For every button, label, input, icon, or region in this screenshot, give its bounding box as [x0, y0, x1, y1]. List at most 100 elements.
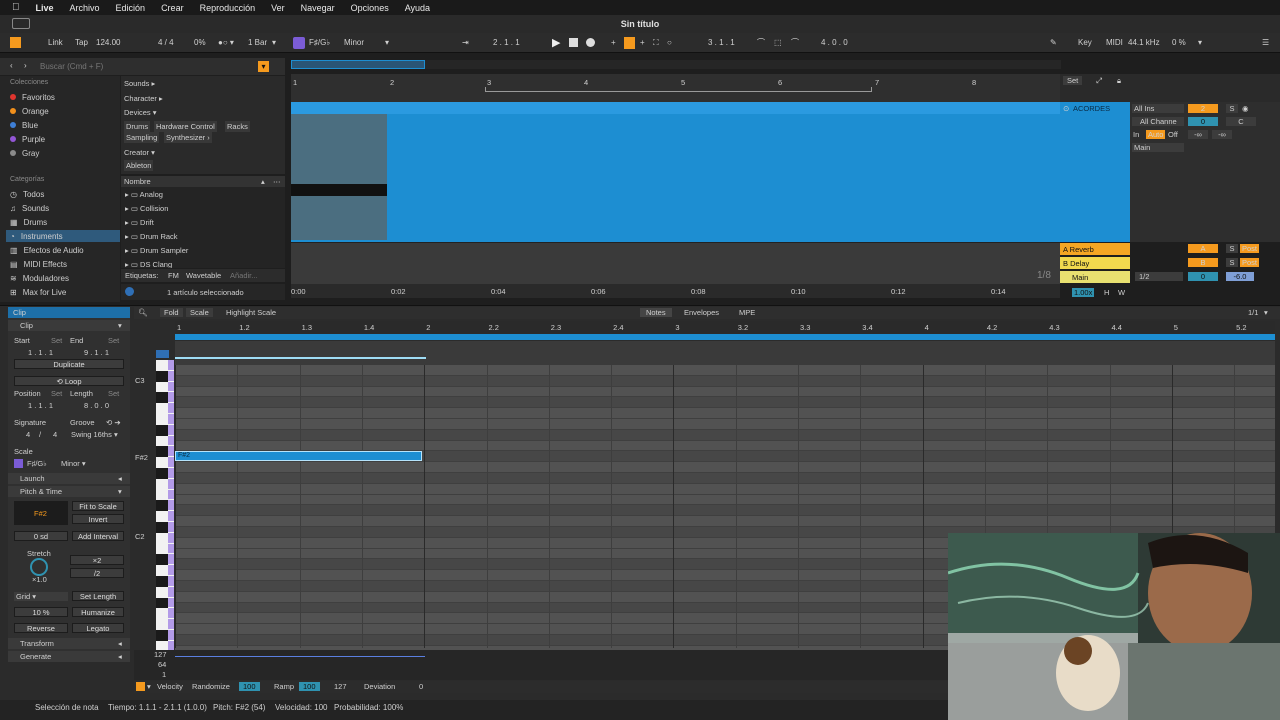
- output-select[interactable]: Main: [1132, 143, 1184, 152]
- solo-button[interactable]: S: [1226, 104, 1238, 113]
- menu-archivo[interactable]: Archivo: [70, 3, 100, 13]
- menu-navegar[interactable]: Navegar: [301, 3, 335, 13]
- category-max-for-live[interactable]: ⊞ Max for Live: [10, 286, 66, 298]
- menu-ver[interactable]: Ver: [271, 3, 285, 13]
- lock-icon[interactable]: 🔒︎: [1117, 76, 1121, 86]
- send-a-value[interactable]: -∞: [1188, 130, 1208, 139]
- start-set-button[interactable]: Set: [51, 336, 62, 345]
- return-b[interactable]: B Delay: [1060, 257, 1130, 269]
- menu-ayuda[interactable]: Ayuda: [405, 3, 430, 13]
- track-volume[interactable]: 0: [1188, 117, 1218, 126]
- tag-anadir[interactable]: Añadir...: [230, 271, 258, 280]
- category-efectos-audio[interactable]: ▥ Efectos de Audio: [10, 244, 84, 256]
- deviation-value[interactable]: 0: [419, 682, 423, 691]
- list-item[interactable]: ▸ ▭ Analog: [125, 190, 163, 199]
- fold-toggle-icon[interactable]: [156, 350, 169, 358]
- list-item[interactable]: ▸ ▭ Drift: [125, 218, 154, 227]
- clip-title-bar[interactable]: Clip ▾: [8, 320, 130, 331]
- page-indicator[interactable]: 1/1: [1248, 308, 1258, 317]
- category-todos[interactable]: ◷ Todos: [10, 188, 44, 200]
- loop-length-field[interactable]: 4 . 0 . 0: [821, 37, 848, 49]
- arm-icon[interactable]: ◉: [1242, 104, 1249, 113]
- category-instruments[interactable]: ◔ Instruments: [6, 230, 120, 242]
- arrangement-overview[interactable]: [291, 60, 1061, 69]
- duplicate-button[interactable]: Duplicate: [14, 359, 124, 369]
- return-b-post[interactable]: Post: [1240, 258, 1260, 267]
- main-channel-select[interactable]: 1/2: [1135, 272, 1183, 281]
- quantize-select[interactable]: 1 Bar: [248, 37, 267, 49]
- piano-black-key[interactable]: [156, 522, 168, 533]
- quantize-chevron-icon[interactable]: ▾: [272, 37, 276, 49]
- piano-black-key[interactable]: [156, 370, 168, 382]
- tag-ableton[interactable]: Ableton: [124, 160, 154, 171]
- track-activator[interactable]: 2: [1188, 104, 1218, 113]
- menu-edicion[interactable]: Edición: [116, 3, 146, 13]
- menu-app[interactable]: Live: [36, 3, 54, 13]
- category-sounds[interactable]: ♫ Sounds: [10, 202, 49, 214]
- search-input[interactable]: Buscar (Cmd + F): [40, 62, 103, 71]
- tag-synthesizer[interactable]: Synthesizer ›: [164, 132, 212, 143]
- clip-header-bar[interactable]: [291, 102, 1060, 114]
- set-length-button[interactable]: Set Length: [72, 591, 124, 601]
- main-track[interactable]: Main: [1060, 271, 1130, 283]
- return-a-letter[interactable]: A: [1188, 244, 1218, 253]
- ramp-value-end[interactable]: 127: [334, 682, 347, 691]
- position-set-button[interactable]: Set: [51, 389, 62, 398]
- invert-button[interactable]: Invert: [72, 514, 124, 524]
- humanize-button[interactable]: Humanize: [72, 607, 124, 617]
- piano-black-key[interactable]: [156, 446, 168, 458]
- loop-switch-icon[interactable]: ○: [667, 37, 672, 49]
- randomize-button[interactable]: Randomize: [192, 682, 230, 691]
- pitch-display[interactable]: F#2: [14, 501, 68, 525]
- velocity-bar[interactable]: [175, 656, 425, 657]
- width-button[interactable]: W: [1118, 288, 1125, 297]
- category-drums[interactable]: ▦ Drums: [10, 216, 47, 228]
- groove-select[interactable]: Swing 16ths ▾: [71, 430, 118, 439]
- semitones-field[interactable]: 0 sd: [14, 531, 68, 541]
- fold-button[interactable]: Fold: [160, 308, 183, 317]
- overdub-icon[interactable]: +: [611, 37, 616, 49]
- collection-blue[interactable]: Blue: [10, 119, 38, 131]
- pitch-time-collapse-icon[interactable]: ▾: [118, 487, 122, 496]
- main-volume[interactable]: 0: [1188, 272, 1218, 281]
- list-item[interactable]: ▸ ▭ DS Clang: [125, 260, 172, 268]
- scale-button[interactable]: Scale: [186, 308, 213, 317]
- end-value[interactable]: 9 . 1 . 1: [84, 348, 109, 357]
- list-item[interactable]: ▸ ▭ Drum Sampler: [125, 246, 188, 255]
- piano-black-key[interactable]: [156, 392, 168, 404]
- category-moduladores[interactable]: ≋ Moduladores: [10, 272, 69, 284]
- velocity-chevron-icon[interactable]: ▾: [147, 682, 151, 691]
- arrangement-ruler[interactable]: 1 2 3 4 5 6 7 8: [291, 74, 1061, 102]
- key-map-button[interactable]: Key: [1078, 37, 1092, 49]
- scale-root-select[interactable]: F♯/G♭: [309, 37, 330, 49]
- draw-mode-icon[interactable]: ✎: [1050, 37, 1057, 49]
- double-button[interactable]: ×2: [70, 555, 124, 565]
- piano-black-key[interactable]: [156, 630, 168, 641]
- collection-favoritos[interactable]: Favoritos: [10, 91, 55, 103]
- time-ruler[interactable]: 0:00 0:02 0:04 0:06 0:08 0:10 0:12 0:14: [291, 284, 1060, 298]
- song-position-field[interactable]: 2 . 1 . 1: [493, 37, 520, 49]
- collection-purple[interactable]: Purple: [10, 133, 45, 145]
- signature-field[interactable]: 4 / 4: [158, 37, 174, 49]
- send-b-value[interactable]: -∞: [1212, 130, 1232, 139]
- clip-scale-mode[interactable]: Minor ▾: [61, 459, 86, 468]
- list-options-icon[interactable]: ⋯: [273, 177, 281, 186]
- loop-bar[interactable]: [175, 334, 1275, 340]
- loop-icon[interactable]: ⬚: [774, 37, 782, 49]
- scale-mode-select[interactable]: Minor: [344, 37, 364, 49]
- filter-character[interactable]: Character ▸: [124, 94, 163, 103]
- tag-racks[interactable]: Racks: [225, 121, 250, 132]
- link-button[interactable]: Link: [48, 37, 63, 49]
- piano-keyboard[interactable]: [156, 360, 174, 651]
- monitor-off[interactable]: Off: [1168, 130, 1178, 139]
- humanize-amount[interactable]: 10 %: [14, 607, 68, 617]
- loop-start-field[interactable]: 3 . 1 . 1: [708, 37, 735, 49]
- tempo-field[interactable]: 124.00: [96, 37, 120, 49]
- tag-hardware-control[interactable]: Hardware Control: [154, 121, 217, 132]
- transform-expand-icon[interactable]: ◂: [118, 639, 122, 648]
- browser-toggle-icon[interactable]: [10, 37, 21, 48]
- launch-expand-icon[interactable]: ◂: [118, 474, 122, 483]
- start-value[interactable]: 1 . 1 . 1: [28, 348, 53, 357]
- play-icon[interactable]: ▶: [552, 37, 560, 49]
- punch-out-icon[interactable]: ⌒: [791, 37, 799, 49]
